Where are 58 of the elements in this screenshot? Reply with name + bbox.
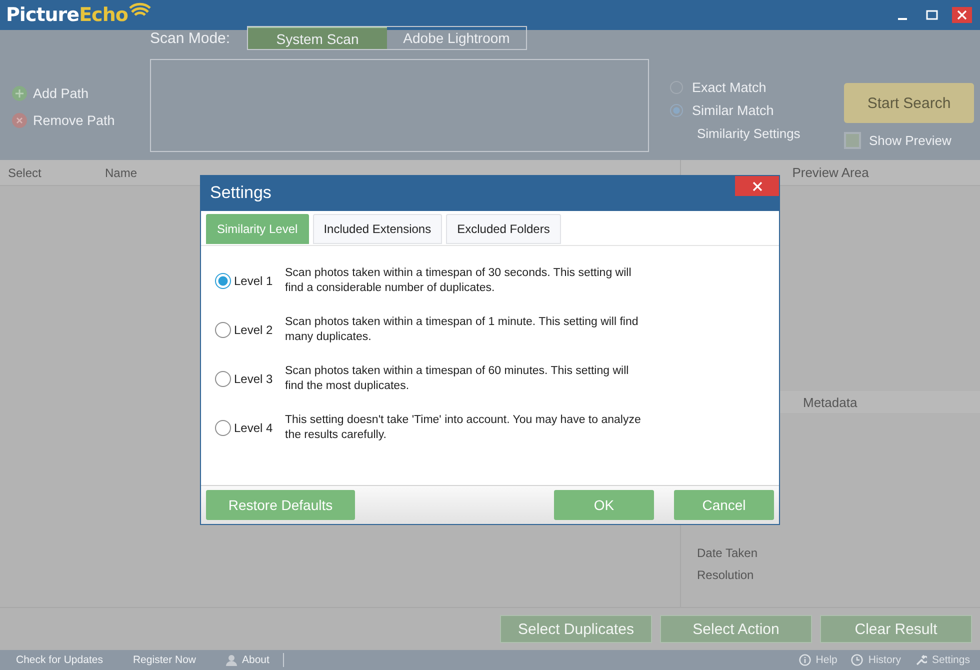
level-option[interactable]: Level 1 xyxy=(215,273,285,289)
person-icon xyxy=(226,654,237,666)
plus-icon xyxy=(12,86,27,101)
cross-icon xyxy=(12,113,27,128)
add-path-button[interactable]: Add Path xyxy=(12,86,150,101)
close-button[interactable] xyxy=(952,7,972,23)
level-option[interactable]: Level 2 xyxy=(215,322,285,338)
info-icon xyxy=(798,654,811,666)
level-description: Scan photos taken within a timespan of 1 minute. This setting will find many duplicates. xyxy=(285,315,640,345)
close-icon xyxy=(956,9,968,21)
close-button[interactable] xyxy=(735,176,779,196)
wrench-icon xyxy=(915,654,928,666)
start-search-button[interactable]: Start Search xyxy=(844,83,974,123)
settings-tab[interactable]: Excluded Folders xyxy=(446,214,561,244)
help-button[interactable]: Help xyxy=(798,654,838,666)
scan-mode-tab[interactable]: Adobe Lightroom xyxy=(387,27,526,49)
radio-button[interactable] xyxy=(670,104,683,117)
radio-button[interactable] xyxy=(215,371,231,387)
action-button[interactable]: Clear Result xyxy=(820,615,972,643)
close-icon xyxy=(752,180,762,192)
similarity-settings-link[interactable]: Similarity Settings xyxy=(670,126,840,141)
restore-defaults-button[interactable]: Restore Defaults xyxy=(206,490,355,520)
radio-button[interactable] xyxy=(215,322,231,338)
scan-mode-label: Scan Mode: xyxy=(150,30,232,46)
column-header: Select xyxy=(7,166,42,180)
ok-button[interactable]: OK xyxy=(554,490,654,520)
level-option[interactable]: Level 4 xyxy=(215,420,285,436)
action-button[interactable]: Select Duplicates xyxy=(500,615,652,643)
level-description: Scan photos taken within a timespan of 60 minutes. This setting will find the most duplicates. xyxy=(285,364,630,394)
metadata-label: Resolution xyxy=(697,568,755,582)
level-description: Scan photos taken within a timespan of 30 seconds. This setting will find a considerable number of duplicates. xyxy=(285,266,632,296)
status-link[interactable]: Register Now xyxy=(132,654,196,666)
minimize-icon xyxy=(898,18,906,20)
history-button[interactable]: History xyxy=(851,654,902,666)
remove-path-button[interactable]: Remove Path xyxy=(12,113,150,128)
scan-mode-tab[interactable]: System Scan xyxy=(248,27,387,49)
level-option[interactable]: Level 3 xyxy=(215,371,285,387)
action-button[interactable]: Select Action xyxy=(660,615,812,643)
status-link[interactable]: Check for Updates xyxy=(16,654,103,666)
cancel-button[interactable]: Cancel xyxy=(674,490,774,520)
radio-button[interactable] xyxy=(215,273,231,289)
settings-button[interactable]: Settings xyxy=(915,654,970,666)
path-list[interactable] xyxy=(150,59,649,152)
metadata-label: Date Taken xyxy=(697,546,758,560)
settings-tab[interactable]: Similarity Level xyxy=(206,214,309,244)
dialog-title: Settings xyxy=(209,182,272,203)
match-option[interactable]: Exact Match xyxy=(670,80,840,95)
about-button[interactable]: About xyxy=(226,654,270,666)
clock-icon xyxy=(851,654,864,666)
column-header: Name xyxy=(105,166,138,180)
radio-button[interactable] xyxy=(215,420,231,436)
match-option[interactable]: Similar Match xyxy=(670,103,840,118)
settings-tab[interactable]: Included Extensions xyxy=(312,214,442,244)
checkbox[interactable] xyxy=(844,132,861,149)
app-logo: PictureEcho xyxy=(6,4,128,26)
show-preview-option[interactable]: Show Preview xyxy=(844,132,974,149)
maximize-icon xyxy=(926,9,938,21)
level-description: This setting doesn't take 'Time' into account. You may have to analyze the results carefully. xyxy=(285,413,642,443)
